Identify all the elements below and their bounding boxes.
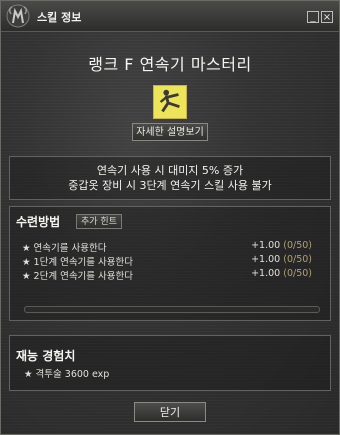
training-item-label: ★ 2단계 연속기를 사용한다 <box>22 271 134 282</box>
kick-martial-artist-icon[interactable] <box>153 85 187 119</box>
training-item-progress: (0/50) <box>283 254 312 265</box>
horizontal-scrollbar[interactable] <box>24 306 320 313</box>
effect-line-1: 연속기 사용 시 대미지 5% 증가 <box>96 164 244 177</box>
talent-experience-panel: 재능 경험치 ★ 격투술 3600 exp <box>9 335 331 391</box>
extra-hint-button[interactable]: 추가 힌트 <box>76 214 122 229</box>
close-window-button[interactable]: × <box>321 11 333 23</box>
training-item-progress: (0/50) <box>283 268 312 279</box>
training-title: 수련방법 <box>16 215 61 229</box>
window-title: 스킬 정보 <box>37 11 82 24</box>
game-emblem-icon <box>6 4 30 28</box>
detail-description-button[interactable]: 자세한 설명보기 <box>132 123 208 141</box>
training-item-label: ★ 연속기를 사용한다 <box>22 243 107 254</box>
close-button[interactable]: 닫기 <box>134 402 206 422</box>
training-item-value: +1.00 <box>251 254 281 265</box>
talent-exp-item: ★ 격투술 3600 exp <box>24 369 110 380</box>
training-item: ★ 1단계 연속기를 사용한다 +1.00 (0/50) <box>22 254 326 268</box>
training-item-value: +1.00 <box>251 240 281 251</box>
talent-title: 재능 경험치 <box>16 349 76 363</box>
training-method-panel: 수련방법 추가 힌트 ★ 연속기를 사용한다 +1.00 (0/50) ★ 1단… <box>9 206 331 321</box>
title-bar[interactable]: 스킬 정보 _ × <box>1 1 339 32</box>
training-item-value: +1.00 <box>251 268 281 279</box>
minimize-button[interactable]: _ <box>307 11 319 23</box>
effect-line-2: 중갑옷 장비 시 3단계 연속기 스킬 사용 불가 <box>68 179 272 192</box>
skill-info-window: 스킬 정보 _ × 랭크 F 연속기 마스터리 자세한 설명보기 연속기 사용 … <box>0 0 340 435</box>
training-item-progress: (0/50) <box>283 240 312 251</box>
skill-name: 랭크 F 연속기 마스터리 <box>88 55 252 74</box>
skill-effect-box: 연속기 사용 시 대미지 5% 증가 중갑옷 장비 시 3단계 연속기 스킬 사… <box>9 156 331 200</box>
training-item: ★ 2단계 연속기를 사용한다 +1.00 (0/50) <box>22 268 326 282</box>
training-item: ★ 연속기를 사용한다 +1.00 (0/50) <box>22 240 326 254</box>
training-item-label: ★ 1단계 연속기를 사용한다 <box>22 257 134 268</box>
